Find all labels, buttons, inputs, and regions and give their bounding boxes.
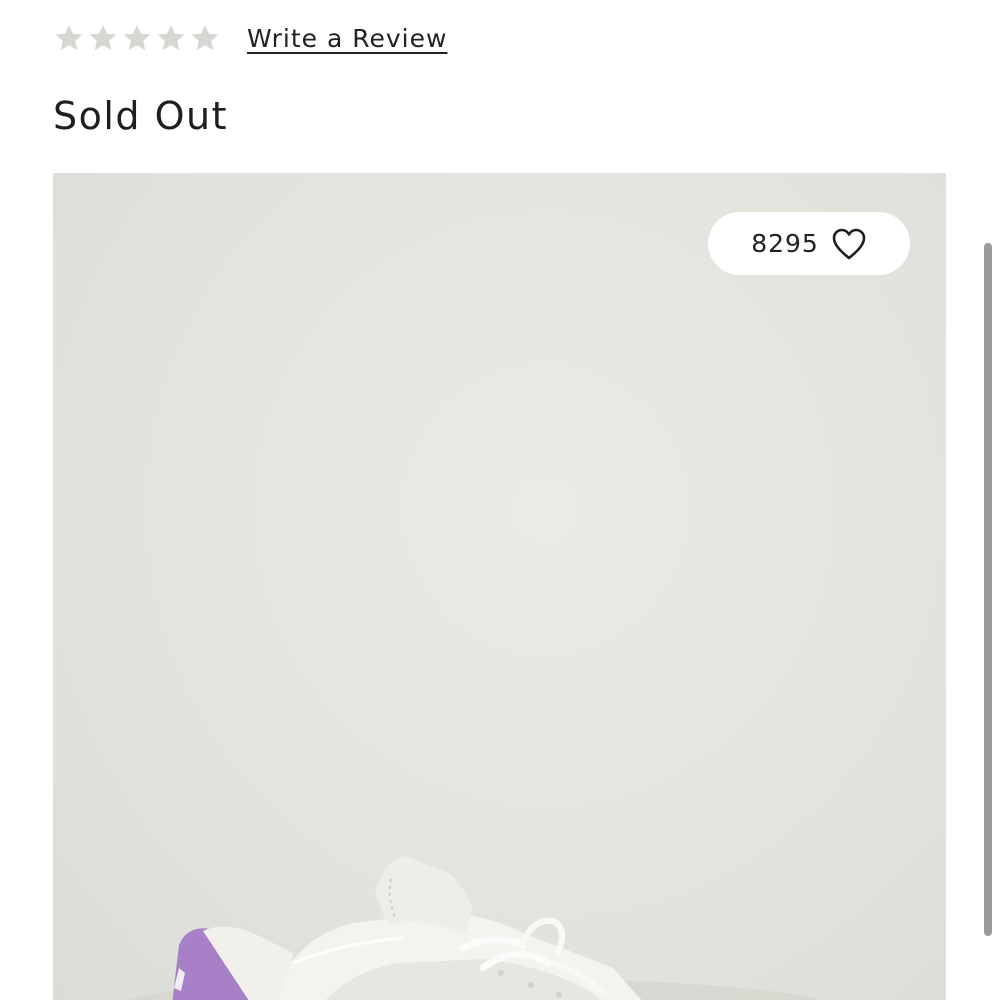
star-icon[interactable] — [189, 22, 221, 54]
star-icon[interactable] — [53, 22, 85, 54]
review-row: Write a Review — [53, 18, 447, 58]
stock-status: Sold Out — [53, 94, 229, 138]
write-review-link[interactable]: Write a Review — [247, 24, 447, 53]
product-page: Write a Review Sold Out 8295 — [0, 0, 1000, 1000]
star-icon[interactable] — [121, 22, 153, 54]
product-image[interactable] — [53, 173, 946, 1000]
heart-outline-icon — [831, 227, 867, 261]
wishlist-button[interactable]: 8295 — [708, 212, 910, 275]
star-icon[interactable] — [87, 22, 119, 54]
sneaker-illustration — [126, 856, 820, 1000]
star-icon[interactable] — [155, 22, 187, 54]
scrollbar[interactable] — [984, 243, 992, 936]
like-count: 8295 — [751, 229, 819, 258]
star-rating[interactable] — [53, 22, 221, 54]
